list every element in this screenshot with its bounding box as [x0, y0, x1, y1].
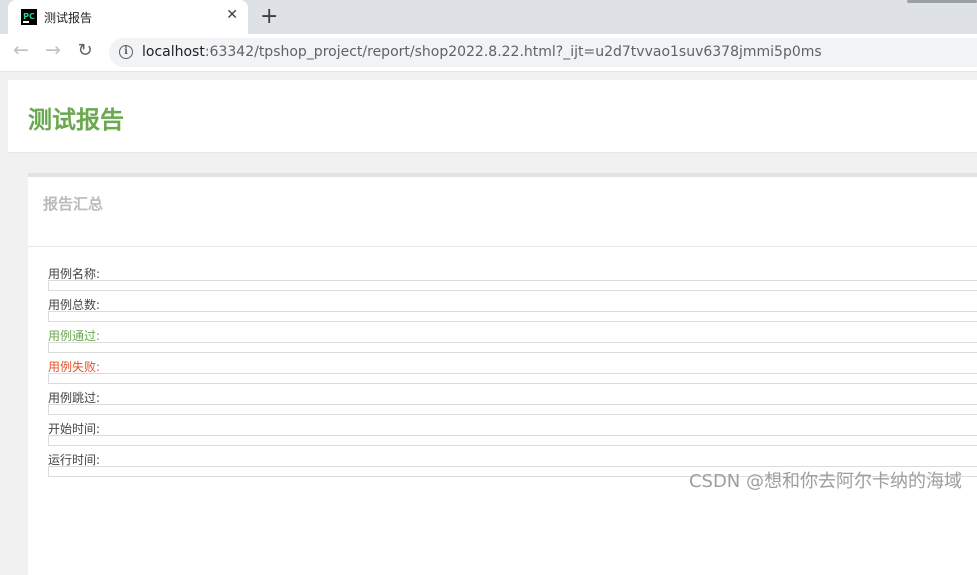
field-label: 用例失败: [48, 360, 101, 374]
forward-arrow-icon[interactable]: → [41, 39, 65, 61]
field-value [48, 342, 977, 353]
field-case-failed: 用例失败: [48, 360, 977, 391]
field-value [48, 404, 977, 415]
tab-strip: PC 测试报告 ✕ + [0, 0, 977, 34]
field-label: 用例名称: [48, 267, 101, 281]
field-label: 开始时间: [48, 422, 101, 436]
close-tab-icon[interactable]: ✕ [226, 7, 238, 23]
field-label: 用例通过: [48, 329, 101, 343]
field-label: 用例跳过: [48, 391, 101, 405]
pycharm-favicon-icon: PC [21, 9, 37, 25]
field-label: 用例总数: [48, 298, 101, 312]
tab-title: 测试报告 [44, 11, 93, 25]
field-case-skipped: 用例跳过: [48, 391, 977, 422]
field-value [48, 373, 977, 384]
reload-icon[interactable]: ↻ [73, 40, 97, 61]
field-case-passed: 用例通过: [48, 329, 977, 360]
url-path: :63342/tpshop_project/report/shop2022.8.… [204, 44, 822, 60]
field-value [48, 280, 977, 291]
new-tab-icon[interactable]: + [260, 4, 278, 29]
back-arrow-icon[interactable]: ← [9, 39, 33, 61]
summary-panel: 报告汇总 用例名称: 用例总数: 用例通过: 用例失败: 用例跳过: 开始时间:… [28, 173, 977, 575]
field-case-name: 用例名称: [48, 267, 977, 298]
field-label: 运行时间: [48, 453, 101, 467]
field-case-total: 用例总数: [48, 298, 977, 329]
address-bar[interactable]: i localhost:63342/tpshop_project/report/… [109, 38, 977, 67]
window-edge [907, 0, 977, 3]
page-content: 测试报告 报告汇总 用例名称: 用例总数: 用例通过: 用例失败: 用例跳过: … [0, 72, 977, 575]
csdn-watermark: CSDN @想和你去阿尔卡纳的海域 [688, 471, 962, 492]
summary-divider [28, 246, 977, 247]
site-info-icon[interactable]: i [119, 45, 133, 59]
field-start-time: 开始时间: [48, 422, 977, 453]
page-title: 测试报告 [28, 106, 124, 134]
url-host: localhost [142, 44, 205, 60]
summary-heading: 报告汇总 [43, 195, 104, 213]
browser-toolbar: ← → ↻ i localhost:63342/tpshop_project/r… [0, 34, 977, 72]
url-text[interactable]: localhost:63342/tpshop_project/report/sh… [142, 44, 822, 60]
report-header: 测试报告 [8, 80, 977, 153]
field-value [48, 311, 977, 322]
field-value [48, 435, 977, 446]
browser-tab[interactable]: PC 测试报告 ✕ [8, 0, 248, 34]
